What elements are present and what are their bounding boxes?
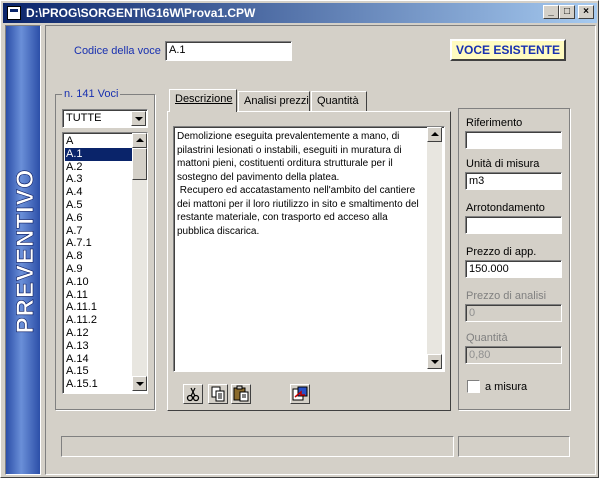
sidebar-title-graphic: PREVENTIVO bbox=[12, 168, 40, 334]
riferimento-label: Riferimento bbox=[466, 117, 523, 129]
prezzo-app-label: Prezzo di app. bbox=[466, 246, 537, 258]
voci-scrollbar[interactable] bbox=[132, 133, 147, 391]
arrotondamento-input[interactable] bbox=[465, 216, 562, 234]
close-button[interactable]: × bbox=[578, 5, 594, 19]
filter-select[interactable]: TUTTE bbox=[62, 109, 148, 128]
window-title: D:\PROG\SORGENTI\G16W\Prova1.CPW bbox=[26, 6, 256, 20]
list-item[interactable]: A.7.1 bbox=[65, 237, 133, 250]
voci-list[interactable]: A A.1 A.2 A.3 A.4 A.5 A.6 A.7 A.7.1 A.8 A.9 A.10 A.1… bbox=[62, 132, 148, 394]
title-bar[interactable]: D:\PROG\SORGENTI\G16W\Prova1.CPW _ □ × bbox=[3, 3, 597, 23]
list-item[interactable]: A.14 bbox=[65, 353, 133, 366]
list-item[interactable]: A.3 bbox=[65, 173, 133, 186]
status-badge: VOCE ESISTENTE bbox=[450, 39, 566, 61]
arrotondamento-label: Arrotondamento bbox=[466, 202, 545, 214]
main-window: D:\PROG\SORGENTI\G16W\Prova1.CPW _ □ × P… bbox=[0, 0, 599, 478]
tab-quantita[interactable]: Quantità bbox=[311, 91, 367, 111]
code-label: Codice della voce bbox=[74, 45, 161, 57]
a-misura-checkbox[interactable] bbox=[467, 380, 480, 393]
voci-items: A A.1 A.2 A.3 A.4 A.5 A.6 A.7 A.7.1 A.8 A.9 A.10 A.1… bbox=[65, 135, 133, 391]
list-item[interactable]: A.11.2 bbox=[65, 314, 133, 327]
unita-input[interactable]: m3 bbox=[465, 172, 562, 190]
copy-icon bbox=[211, 386, 225, 402]
list-item[interactable]: A.1 bbox=[65, 147, 133, 161]
quantita-label: Quantità bbox=[466, 332, 508, 344]
prezzo-analisi-label: Prezzo di analisi bbox=[466, 290, 547, 302]
filter-value: TUTTE bbox=[66, 112, 102, 124]
arrow-up-icon bbox=[431, 132, 439, 136]
tab-analisi-prezzi[interactable]: Analisi prezzi bbox=[238, 91, 310, 111]
preventivo-sidebar: PREVENTIVO bbox=[5, 25, 41, 475]
description-scrollbar[interactable] bbox=[427, 127, 442, 369]
voci-count-label: n. 141 Voci bbox=[62, 88, 121, 100]
list-item[interactable]: A.2 bbox=[65, 161, 133, 174]
import-button[interactable] bbox=[290, 384, 310, 404]
list-item[interactable]: A.6 bbox=[65, 212, 133, 225]
code-input[interactable]: A.1 bbox=[165, 41, 292, 61]
import-icon bbox=[292, 386, 308, 401]
list-item[interactable]: A.12 bbox=[65, 327, 133, 340]
paste-icon bbox=[233, 385, 249, 402]
status-bar-main bbox=[61, 436, 454, 457]
tab-descrizione[interactable]: Descrizione bbox=[169, 89, 237, 112]
filter-dropdown-button[interactable] bbox=[131, 111, 146, 126]
maximize-button[interactable]: □ bbox=[559, 5, 575, 19]
app-icon[interactable] bbox=[7, 6, 21, 20]
cut-button[interactable] bbox=[183, 384, 203, 404]
list-item[interactable]: A.9 bbox=[65, 263, 133, 276]
tab-label: Descrizione bbox=[175, 93, 233, 105]
tab-label: Analisi prezzi bbox=[244, 95, 309, 107]
scroll-up-button[interactable] bbox=[132, 133, 147, 148]
status-bar-side bbox=[458, 436, 570, 457]
description-textarea[interactable]: Demolizione eseguita prevalentemente a m… bbox=[173, 126, 445, 372]
tab-label: Quantità bbox=[317, 95, 359, 107]
list-item[interactable]: A.13 bbox=[65, 340, 133, 353]
arrow-up-icon bbox=[136, 138, 144, 142]
arrow-down-icon bbox=[136, 382, 144, 386]
list-item[interactable]: A.10 bbox=[65, 276, 133, 289]
chevron-down-icon bbox=[135, 117, 143, 121]
riferimento-input[interactable] bbox=[465, 131, 562, 149]
list-item[interactable]: A.11.1 bbox=[65, 301, 133, 314]
description-text: Demolizione eseguita prevalentemente a m… bbox=[177, 131, 419, 237]
scroll-up-button[interactable] bbox=[427, 127, 442, 142]
unita-label: Unità di misura bbox=[466, 158, 540, 170]
scroll-down-button[interactable] bbox=[132, 376, 147, 391]
quantita-input: 0,80 bbox=[465, 346, 562, 364]
scroll-down-button[interactable] bbox=[427, 354, 442, 369]
arrow-down-icon bbox=[431, 360, 439, 364]
sidebar-title: PREVENTIVO bbox=[12, 169, 39, 334]
list-item[interactable]: A.8 bbox=[65, 250, 133, 263]
list-item[interactable]: A.4 bbox=[65, 186, 133, 199]
list-item[interactable]: A.15.1 bbox=[65, 378, 133, 391]
details-group bbox=[458, 108, 570, 410]
minimize-button[interactable]: _ bbox=[543, 5, 559, 19]
prezzo-app-input[interactable]: 150.000 bbox=[465, 260, 562, 278]
a-misura-label: a misura bbox=[485, 381, 528, 393]
paste-button[interactable] bbox=[231, 384, 251, 404]
copy-button[interactable] bbox=[208, 384, 228, 404]
list-item[interactable]: A.11 bbox=[65, 289, 133, 302]
list-item[interactable]: A.15 bbox=[65, 365, 133, 378]
prezzo-analisi-input: 0 bbox=[465, 304, 562, 322]
list-item[interactable]: A.7 bbox=[65, 225, 133, 238]
scroll-thumb[interactable] bbox=[132, 148, 147, 180]
scissors-icon bbox=[186, 387, 200, 402]
list-item[interactable]: A.5 bbox=[65, 199, 133, 212]
list-item[interactable]: A bbox=[65, 135, 133, 148]
